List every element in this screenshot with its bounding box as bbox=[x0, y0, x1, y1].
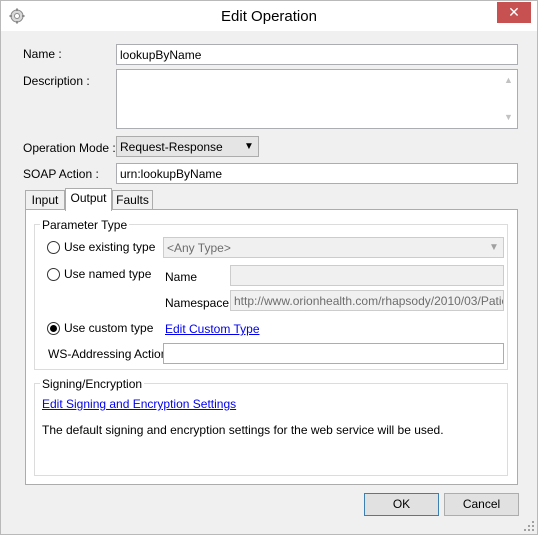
use-custom-type-label[interactable]: Use custom type bbox=[64, 321, 153, 335]
operation-mode-value: Request-Response bbox=[120, 140, 223, 154]
window-title: Edit Operation bbox=[221, 8, 317, 25]
ws-addressing-action-input[interactable] bbox=[163, 343, 504, 364]
edit-operation-dialog: Edit Operation ✕ Name : lookupByName Des… bbox=[0, 0, 538, 535]
chevron-down-icon: ▼ bbox=[489, 242, 499, 253]
use-existing-type-label[interactable]: Use existing type bbox=[64, 240, 155, 254]
name-label: Name : bbox=[23, 47, 62, 61]
close-icon: ✕ bbox=[508, 4, 520, 20]
ok-button[interactable]: OK bbox=[364, 493, 439, 516]
scroll-up-icon[interactable]: ▲ bbox=[500, 72, 517, 89]
edit-custom-type-link[interactable]: Edit Custom Type bbox=[165, 322, 260, 336]
chevron-down-icon: ▼ bbox=[244, 141, 254, 152]
named-type-name-input[interactable] bbox=[230, 265, 504, 286]
resize-grip-icon[interactable] bbox=[524, 521, 534, 531]
signing-encryption-title: Signing/Encryption bbox=[40, 377, 145, 391]
existing-type-value: <Any Type> bbox=[167, 241, 231, 255]
operation-mode-label: Operation Mode : bbox=[23, 141, 116, 155]
soap-action-input[interactable]: urn:lookupByName bbox=[116, 163, 518, 184]
signing-description-text: The default signing and encryption setti… bbox=[42, 423, 444, 437]
use-named-type-label[interactable]: Use named type bbox=[64, 267, 151, 281]
edit-signing-settings-link[interactable]: Edit Signing and Encryption Settings bbox=[42, 397, 236, 411]
use-named-type-radio[interactable] bbox=[47, 268, 60, 281]
scroll-down-icon[interactable]: ▼ bbox=[500, 109, 517, 126]
existing-type-select[interactable]: <Any Type> ▼ bbox=[163, 237, 504, 258]
description-scrollbar[interactable]: ▲ ▼ bbox=[500, 70, 517, 128]
cancel-button[interactable]: Cancel bbox=[444, 493, 519, 516]
use-existing-type-radio[interactable] bbox=[47, 241, 60, 254]
ws-addressing-action-label: WS-Addressing Action bbox=[48, 347, 168, 361]
soap-action-label: SOAP Action : bbox=[23, 167, 99, 181]
output-tab-panel: Parameter Type Use existing type <Any Ty… bbox=[25, 209, 518, 485]
namespace-input[interactable]: http://www.orionhealth.com/rhapsody/2010… bbox=[230, 290, 504, 311]
tab-faults[interactable]: Faults bbox=[112, 190, 153, 210]
operation-mode-select[interactable]: Request-Response ▼ bbox=[116, 136, 259, 157]
name-input[interactable]: lookupByName bbox=[116, 44, 518, 65]
tab-input[interactable]: Input bbox=[25, 190, 65, 210]
description-textarea[interactable]: ▲ ▼ bbox=[116, 69, 518, 129]
use-custom-type-radio[interactable] bbox=[47, 322, 60, 335]
description-label: Description : bbox=[23, 74, 90, 88]
tab-output[interactable]: Output bbox=[65, 188, 112, 211]
namespace-label: Namespace bbox=[165, 296, 230, 310]
parameter-type-title: Parameter Type bbox=[40, 218, 130, 232]
title-bar: Edit Operation ✕ bbox=[1, 1, 537, 31]
close-button[interactable]: ✕ bbox=[497, 2, 531, 23]
named-type-name-label: Name bbox=[165, 270, 198, 284]
